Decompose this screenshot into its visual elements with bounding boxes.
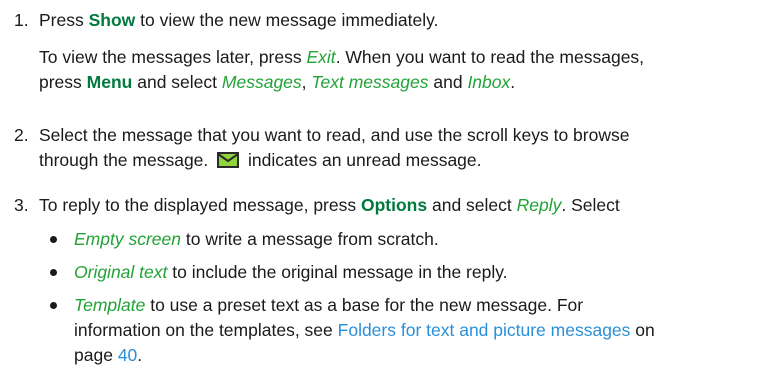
text: on bbox=[635, 320, 655, 340]
step-number: 1. bbox=[14, 10, 29, 30]
reply-option: Reply bbox=[516, 195, 562, 215]
template-option: Template bbox=[74, 295, 146, 315]
text: indicates an unread message. bbox=[248, 150, 482, 170]
step-1-line: Press Show to view the new message immed… bbox=[39, 8, 750, 33]
text: . bbox=[137, 345, 143, 365]
step-number: 2. bbox=[14, 125, 29, 145]
empty-screen-option: Empty screen bbox=[74, 229, 181, 249]
text: . Select bbox=[561, 195, 620, 215]
unread-envelope-icon bbox=[217, 150, 240, 175]
text: and select bbox=[431, 195, 512, 215]
manual-page: 1. Press Show to view the new message im… bbox=[0, 0, 760, 372]
exit-option: Exit bbox=[306, 47, 336, 67]
text: through the message. bbox=[39, 150, 209, 170]
original-text-option: Original text bbox=[74, 262, 168, 282]
page-link[interactable]: 40 bbox=[118, 345, 137, 365]
step-number: 3. bbox=[14, 195, 29, 215]
text: and select bbox=[137, 72, 218, 92]
text: Select the message that you want to read… bbox=[39, 125, 630, 145]
folders-link[interactable]: Folders for text and picture messages bbox=[338, 320, 631, 340]
step-1-text: Press Show to view the new message immed… bbox=[39, 8, 750, 95]
text: information on the templates, see bbox=[74, 320, 333, 340]
bullet-text: Template to use a preset text as a base … bbox=[74, 293, 750, 368]
text: page bbox=[74, 345, 113, 365]
bullet-text: Original text to include the original me… bbox=[74, 260, 750, 285]
text: To reply to the displayed message, press bbox=[39, 195, 357, 215]
text: , bbox=[301, 72, 307, 92]
step-3-text: To reply to the displayed message, press… bbox=[39, 193, 750, 218]
text: and bbox=[433, 72, 463, 92]
text: . When you want to read the messages, bbox=[335, 47, 645, 67]
show-key-label: Show bbox=[88, 10, 136, 30]
text: to write a message from scratch. bbox=[185, 229, 439, 249]
text: . bbox=[510, 72, 516, 92]
inbox-option: Inbox bbox=[467, 72, 511, 92]
step-2-text: Select the message that you want to read… bbox=[39, 123, 750, 175]
text: press bbox=[39, 72, 82, 92]
text-messages-option: Text messages bbox=[311, 72, 429, 92]
bullet-dot bbox=[50, 236, 57, 243]
text: to use a preset text as a base for the n… bbox=[150, 295, 584, 315]
bullet-text: Empty screen to write a message from scr… bbox=[74, 227, 750, 252]
text: to include the original message in the r… bbox=[172, 262, 508, 282]
text: to view the new message immediately. bbox=[140, 10, 439, 30]
options-key-label: Options bbox=[361, 195, 428, 215]
bullet-dot bbox=[50, 302, 57, 309]
step-1-note: To view the messages later, press Exit. … bbox=[39, 45, 750, 95]
menu-key-label: Menu bbox=[86, 72, 133, 92]
messages-option: Messages bbox=[221, 72, 302, 92]
text: Press bbox=[39, 10, 84, 30]
text: To view the messages later, press bbox=[39, 47, 302, 67]
bullet-dot bbox=[50, 269, 57, 276]
